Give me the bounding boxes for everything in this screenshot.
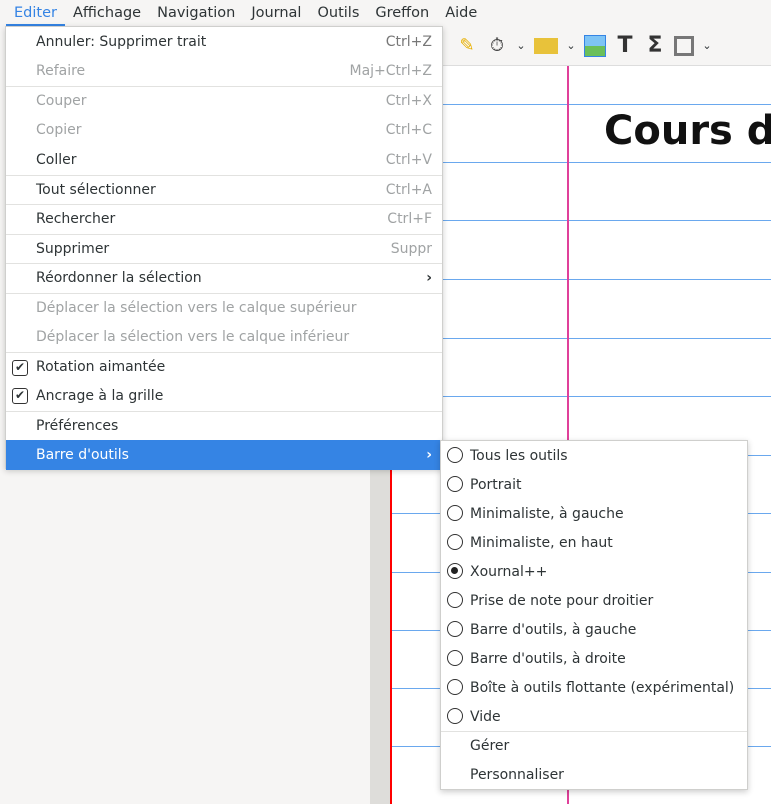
- menu-outils[interactable]: Outils: [309, 0, 367, 26]
- label: Copier: [36, 122, 82, 139]
- chevron-down-icon[interactable]: ⌄: [702, 35, 712, 57]
- radio-icon[interactable]: [447, 476, 463, 492]
- image-icon[interactable]: [584, 34, 606, 57]
- chevron-down-icon[interactable]: ⌄: [516, 35, 526, 57]
- shortcut: Ctrl+X: [385, 93, 432, 110]
- label: Prise de note pour droitier: [470, 592, 654, 609]
- label: Réordonner la sélection: [36, 270, 202, 287]
- eraser-timer-icon[interactable]: ⏱: [486, 35, 508, 57]
- radio-icon[interactable]: [447, 534, 463, 550]
- label: Portrait: [470, 476, 522, 493]
- toolbar-option[interactable]: Tous les outils: [441, 441, 747, 470]
- label: Rechercher: [36, 211, 116, 228]
- chevron-down-icon[interactable]: ⌄: [566, 35, 576, 57]
- label: Couper: [36, 93, 87, 110]
- menu-affichage[interactable]: Affichage: [65, 0, 149, 26]
- label: Tout sélectionner: [36, 181, 156, 198]
- radio-icon[interactable]: [447, 447, 463, 463]
- toolbar-submenu: Tous les outils Portrait Minimaliste, à …: [440, 440, 748, 790]
- label: Annuler: Supprimer trait: [36, 33, 207, 50]
- shortcut: Ctrl+V: [385, 151, 432, 168]
- menu-editer[interactable]: Editer: [6, 0, 65, 26]
- label: Boîte à outils flottante (expérimental): [470, 679, 735, 696]
- label: Minimaliste, à gauche: [470, 505, 624, 522]
- label: Préférences: [36, 417, 119, 434]
- chevron-right-icon: ›: [426, 446, 432, 463]
- checkbox-checked-icon[interactable]: ✔: [12, 359, 28, 376]
- label: Personnaliser: [470, 766, 564, 783]
- radio-icon[interactable]: [447, 592, 463, 608]
- radio-icon[interactable]: [447, 650, 463, 666]
- toolbar-option[interactable]: Minimaliste, en haut: [441, 528, 747, 557]
- toolbar-option[interactable]: Barre d'outils, à droite: [441, 644, 747, 673]
- chevron-right-icon: ›: [426, 270, 432, 287]
- label: Supprimer: [36, 240, 110, 257]
- menu-item-copy[interactable]: Copier Ctrl+C: [6, 116, 442, 146]
- text-tool-icon[interactable]: T: [614, 33, 636, 58]
- menu-item-toolbar[interactable]: Barre d'outils ›: [6, 440, 442, 470]
- shortcut: Ctrl+A: [385, 181, 432, 198]
- menu-item-move-layer-down[interactable]: Déplacer la sélection vers le calque inf…: [6, 322, 442, 352]
- menu-item-reorder[interactable]: Réordonner la sélection ›: [6, 263, 442, 293]
- menu-greffon[interactable]: Greffon: [367, 0, 437, 26]
- radio-icon[interactable]: [447, 679, 463, 695]
- toolbar-option[interactable]: Portrait: [441, 470, 747, 499]
- label: Xournal++: [470, 563, 548, 580]
- label: Barre d'outils: [36, 446, 129, 463]
- shortcut: Ctrl+Z: [385, 33, 432, 50]
- label: Vide: [470, 708, 501, 725]
- menu-item-search[interactable]: Rechercher Ctrl+F: [6, 204, 442, 234]
- label: Barre d'outils, à gauche: [470, 621, 637, 638]
- menu-item-customize[interactable]: Personnaliser: [441, 760, 747, 789]
- menu-item-preferences[interactable]: Préférences: [6, 410, 442, 441]
- label: Déplacer la sélection vers le calque inf…: [36, 328, 350, 345]
- menu-navigation[interactable]: Navigation: [149, 0, 243, 26]
- label: Déplacer la sélection vers le calque sup…: [36, 299, 357, 316]
- menubar: Editer Affichage Navigation Journal Outi…: [0, 0, 771, 26]
- toolbar-option[interactable]: Barre d'outils, à gauche: [441, 615, 747, 644]
- menu-item-paste[interactable]: Coller Ctrl+V: [6, 145, 442, 175]
- shortcut: Maj+Ctrl+Z: [349, 63, 432, 80]
- toolbar-option[interactable]: Vide: [441, 702, 747, 731]
- menu-journal[interactable]: Journal: [243, 0, 309, 26]
- label: Rotation aimantée: [36, 358, 166, 375]
- label: Refaire: [36, 63, 86, 80]
- label: Minimaliste, en haut: [470, 534, 613, 551]
- menu-item-rotation-snap[interactable]: ✔ Rotation aimantée: [6, 351, 442, 382]
- radio-icon[interactable]: [447, 621, 463, 637]
- checkbox-checked-icon[interactable]: ✔: [12, 388, 28, 404]
- label: Tous les outils: [470, 447, 568, 464]
- toolbar-option[interactable]: Boîte à outils flottante (expérimental): [441, 673, 747, 702]
- radio-icon[interactable]: [447, 708, 463, 724]
- menu-item-delete[interactable]: Supprimer Suppr: [6, 233, 442, 264]
- radio-icon[interactable]: [447, 505, 463, 521]
- edit-menu: Annuler: Supprimer trait Ctrl+Z Refaire Ma…: [5, 26, 443, 470]
- shape-tool-icon[interactable]: [674, 35, 694, 56]
- menu-item-redo[interactable]: Refaire Maj+Ctrl+Z: [6, 57, 442, 87]
- toolbar-option[interactable]: Prise de note pour droitier: [441, 586, 747, 615]
- menu-item-grid-snap[interactable]: ✔ Ancrage à la grille: [6, 381, 442, 411]
- math-tool-icon[interactable]: Σ: [644, 33, 666, 58]
- label: Coller: [36, 151, 77, 168]
- label: Ancrage à la grille: [36, 387, 164, 404]
- text-box-icon[interactable]: [534, 37, 558, 54]
- shortcut: Ctrl+F: [387, 211, 432, 228]
- menu-item-cut[interactable]: Couper Ctrl+X: [6, 86, 442, 116]
- shortcut: Ctrl+C: [385, 122, 432, 139]
- menu-item-select-all[interactable]: Tout sélectionner Ctrl+A: [6, 174, 442, 205]
- page-title: Cours de: [604, 108, 771, 154]
- menu-item-manage[interactable]: Gérer: [441, 731, 747, 760]
- label: Gérer: [470, 738, 510, 754]
- radio-selected-icon[interactable]: [447, 563, 463, 579]
- menu-item-move-layer-up[interactable]: Déplacer la sélection vers le calque sup…: [6, 292, 442, 323]
- toolbar-option[interactable]: Minimaliste, à gauche: [441, 499, 747, 528]
- toolbar-option-selected[interactable]: Xournal++: [441, 557, 747, 586]
- shortcut: Suppr: [390, 240, 432, 257]
- menu-aide[interactable]: Aide: [437, 0, 485, 26]
- label: Barre d'outils, à droite: [470, 650, 626, 667]
- menu-item-undo[interactable]: Annuler: Supprimer trait Ctrl+Z: [6, 27, 442, 57]
- highlighter-icon[interactable]: ✎: [456, 35, 478, 57]
- toolbar: ✎ ⏱ ⌄ ⌄ T Σ ⌄: [442, 26, 771, 66]
